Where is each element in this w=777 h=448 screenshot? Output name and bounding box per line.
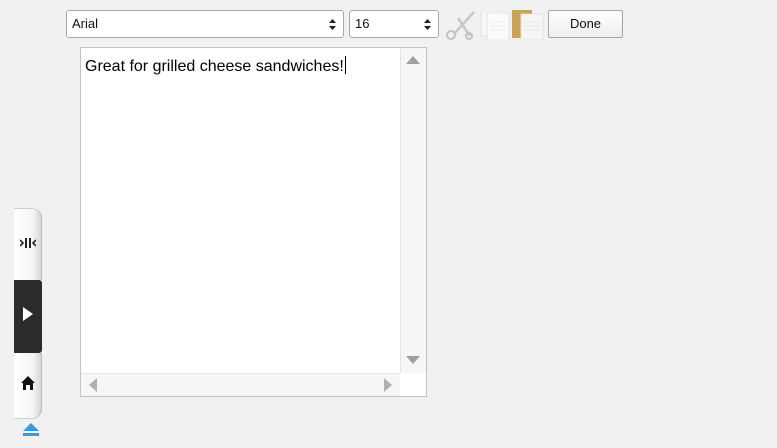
font-size-select[interactable]: 16 xyxy=(349,10,439,38)
split-view-button[interactable] xyxy=(14,208,42,280)
side-tab-bar xyxy=(14,208,42,426)
text-editor[interactable]: Great for grilled cheese sandwiches! xyxy=(80,47,427,397)
horizontal-scrollbar[interactable] xyxy=(81,373,400,396)
updown-arrows-icon xyxy=(329,11,336,37)
scroll-down-arrow-icon[interactable] xyxy=(401,348,425,372)
font-family-value: Arial xyxy=(72,16,99,31)
scroll-right-arrow-icon[interactable] xyxy=(376,374,400,396)
font-size-value: 16 xyxy=(355,16,370,31)
updown-arrows-icon xyxy=(424,11,431,37)
play-icon xyxy=(23,307,33,326)
font-family-select[interactable]: Arial xyxy=(66,10,344,38)
editor-content[interactable]: Great for grilled cheese sandwiches! xyxy=(85,56,346,76)
home-icon xyxy=(20,376,35,395)
done-button[interactable]: Done xyxy=(548,10,623,38)
scroll-left-arrow-icon[interactable] xyxy=(81,374,105,396)
scissors-icon[interactable] xyxy=(444,10,478,40)
eject-icon[interactable] xyxy=(23,423,39,437)
copy-icon[interactable] xyxy=(479,9,511,41)
home-button[interactable] xyxy=(14,353,42,419)
editor-text: Great for grilled cheese sandwiches! xyxy=(85,58,344,75)
vertical-scrollbar[interactable] xyxy=(400,48,426,373)
play-button[interactable] xyxy=(14,280,42,353)
paste-icon[interactable] xyxy=(512,10,544,41)
scroll-up-arrow-icon[interactable] xyxy=(401,48,425,72)
collapse-arrows-icon xyxy=(18,236,37,254)
text-cursor xyxy=(344,56,346,74)
